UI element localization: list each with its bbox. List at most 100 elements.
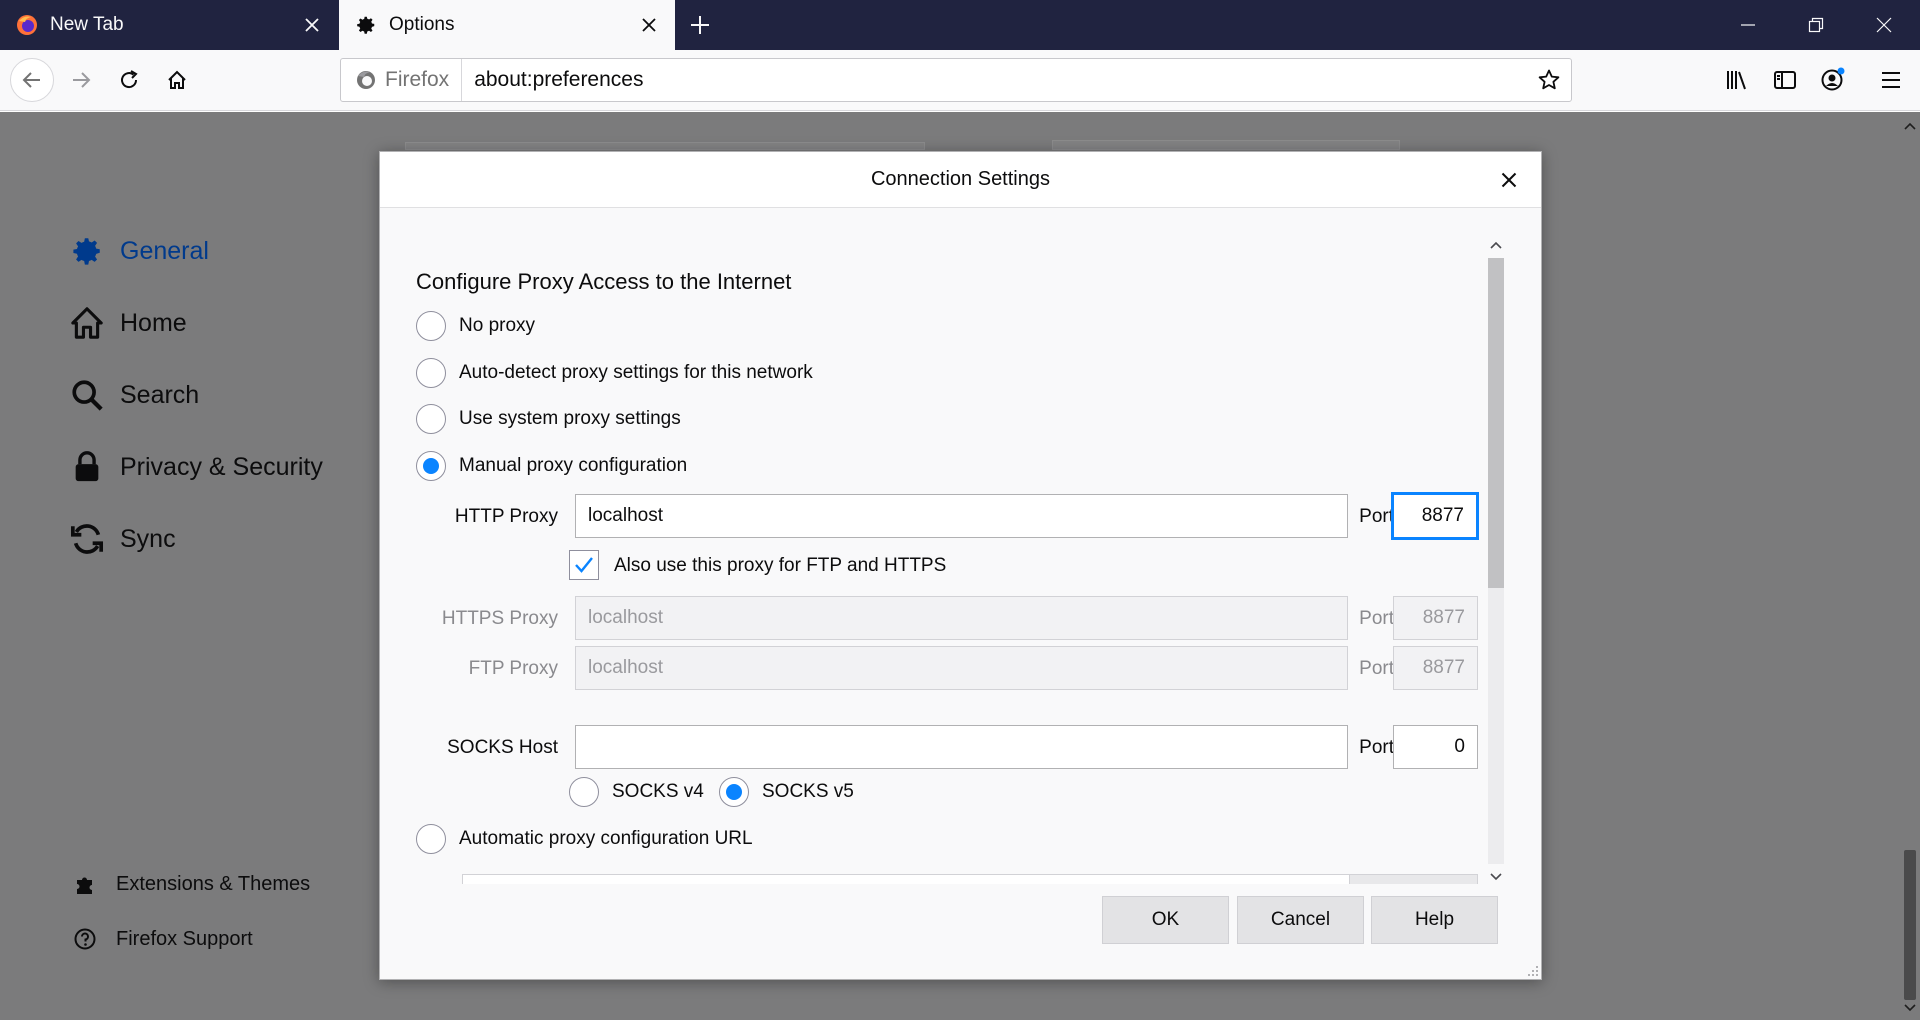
close-dialog-button[interactable] <box>1489 160 1529 200</box>
close-tab-icon[interactable] <box>629 5 669 45</box>
help-icon <box>70 924 100 954</box>
radio-label: Automatic proxy configuration URL <box>459 828 753 849</box>
socks-port-label: Port <box>1359 737 1394 758</box>
radio-label: Use system proxy settings <box>459 408 681 429</box>
forward-button[interactable] <box>60 59 102 101</box>
scroll-down-icon[interactable] <box>1484 866 1508 888</box>
home-button[interactable] <box>156 59 198 101</box>
radio-no-proxy[interactable]: No proxy <box>416 311 535 341</box>
https-proxy-input[interactable]: localhost <box>575 596 1348 640</box>
identity-box[interactable]: Firefox <box>341 59 463 101</box>
plus-icon <box>691 16 709 34</box>
radio-button[interactable] <box>416 311 446 341</box>
scrollbar-thumb[interactable] <box>1488 258 1504 588</box>
sidebar-item-label: Privacy & Security <box>120 452 323 481</box>
minimize-icon <box>1741 24 1755 26</box>
gear-icon <box>68 232 106 270</box>
radio-button[interactable] <box>416 358 446 388</box>
dialog-scrollbar[interactable] <box>1484 234 1508 888</box>
identity-label: Firefox <box>385 68 450 91</box>
sidebar-item-label: Home <box>120 308 187 337</box>
scroll-up-icon[interactable] <box>1484 234 1508 256</box>
reload-pac-button[interactable] <box>1349 874 1478 884</box>
sidebar-item-search[interactable]: Search <box>68 376 199 414</box>
url-text[interactable]: about:preferences <box>462 68 1527 92</box>
http-port-input[interactable]: 8877 <box>1392 493 1478 539</box>
ftp-port-input[interactable]: 8877 <box>1393 646 1478 690</box>
home-icon <box>168 70 186 89</box>
background-panel <box>1052 140 1400 150</box>
restore-button[interactable] <box>1782 0 1850 50</box>
minimize-button[interactable] <box>1714 0 1782 50</box>
tab-new-tab[interactable]: New Tab <box>0 0 338 50</box>
extensions-themes-link[interactable]: Extensions & Themes <box>70 869 310 899</box>
sidebar-item-sync[interactable]: Sync <box>68 520 176 558</box>
radio-button-selected[interactable] <box>719 777 749 807</box>
radio-button[interactable] <box>416 404 446 434</box>
account-button[interactable] <box>1812 59 1854 101</box>
share-proxy-checkbox[interactable] <box>569 550 599 580</box>
https-port-input[interactable]: 8877 <box>1393 596 1478 640</box>
radio-socks-v4[interactable]: SOCKS v4 <box>569 777 704 807</box>
firefox-support-link[interactable]: Firefox Support <box>70 924 253 954</box>
radio-system-proxy[interactable]: Use system proxy settings <box>416 404 681 434</box>
checkmark-icon <box>575 557 593 573</box>
reload-button[interactable] <box>108 59 150 101</box>
cancel-button[interactable]: Cancel <box>1237 896 1364 944</box>
sidebar-button[interactable] <box>1764 59 1806 101</box>
http-proxy-label: HTTP Proxy <box>454 506 558 527</box>
library-icon <box>1727 71 1746 90</box>
page-scrollbar[interactable] <box>1900 112 1920 1020</box>
radio-label: Manual proxy configuration <box>459 455 688 476</box>
sidebar-item-privacy[interactable]: Privacy & Security <box>68 448 323 486</box>
search-icon <box>68 376 106 414</box>
http-proxy-input[interactable]: localhost <box>575 494 1348 538</box>
back-button[interactable] <box>10 58 54 102</box>
https-port-label: Port <box>1359 608 1394 629</box>
home-icon <box>68 304 106 342</box>
radio-button-selected[interactable] <box>416 451 446 481</box>
radio-socks-v5[interactable]: SOCKS v5 <box>719 777 854 807</box>
menu-button[interactable] <box>1870 59 1912 101</box>
tab-title: Options <box>389 14 455 35</box>
scroll-up-icon[interactable] <box>1900 116 1920 136</box>
sidebar-item-label: Search <box>120 380 200 409</box>
radio-dot <box>423 458 439 474</box>
socks-host-label: SOCKS Host <box>447 737 558 758</box>
ftp-proxy-input[interactable]: localhost <box>575 646 1348 690</box>
help-button[interactable]: Help <box>1371 896 1498 944</box>
sidebar-item-general[interactable]: General <box>68 232 209 270</box>
dialog-titlebar: Connection Settings <box>380 152 1541 208</box>
resize-grip-icon[interactable] <box>1525 963 1539 977</box>
socks-host-input[interactable] <box>575 725 1348 769</box>
https-proxy-label: HTTPS Proxy <box>441 608 558 629</box>
sync-icon <box>68 520 106 558</box>
library-button[interactable] <box>1716 59 1758 101</box>
ok-button[interactable]: OK <box>1102 896 1229 944</box>
scroll-down-icon[interactable] <box>1900 998 1920 1018</box>
new-tab-button[interactable] <box>680 5 720 45</box>
close-tab-icon[interactable] <box>292 5 332 45</box>
reload-icon <box>121 70 138 89</box>
sidebar-item-label: General <box>120 236 209 265</box>
section-heading: Configure Proxy Access to the Internet <box>416 269 792 294</box>
socks-port-input[interactable]: 0 <box>1393 725 1478 769</box>
close-icon <box>1501 172 1517 188</box>
arrow-right-icon <box>73 72 91 88</box>
footer-label: Firefox Support <box>116 927 253 950</box>
auto-config-url-input[interactable] <box>462 874 1350 884</box>
close-window-button[interactable] <box>1850 0 1918 50</box>
http-port-label: Port <box>1359 506 1394 527</box>
radio-manual-proxy[interactable]: Manual proxy configuration <box>416 451 687 481</box>
radio-auto-detect[interactable]: Auto-detect proxy settings for this netw… <box>416 358 813 388</box>
url-bar[interactable]: Firefox about:preferences <box>340 58 1572 102</box>
sidebar-item-home[interactable]: Home <box>68 304 187 342</box>
tab-options[interactable]: Options <box>339 0 675 50</box>
close-icon <box>1876 17 1892 33</box>
scrollbar-thumb[interactable] <box>1904 850 1916 1000</box>
radio-button[interactable] <box>416 824 446 854</box>
radio-button[interactable] <box>569 777 599 807</box>
bookmark-star-icon[interactable] <box>1527 58 1571 102</box>
radio-auto-config-url[interactable]: Automatic proxy configuration URL <box>416 824 753 854</box>
firefox-logo-icon <box>355 69 377 91</box>
